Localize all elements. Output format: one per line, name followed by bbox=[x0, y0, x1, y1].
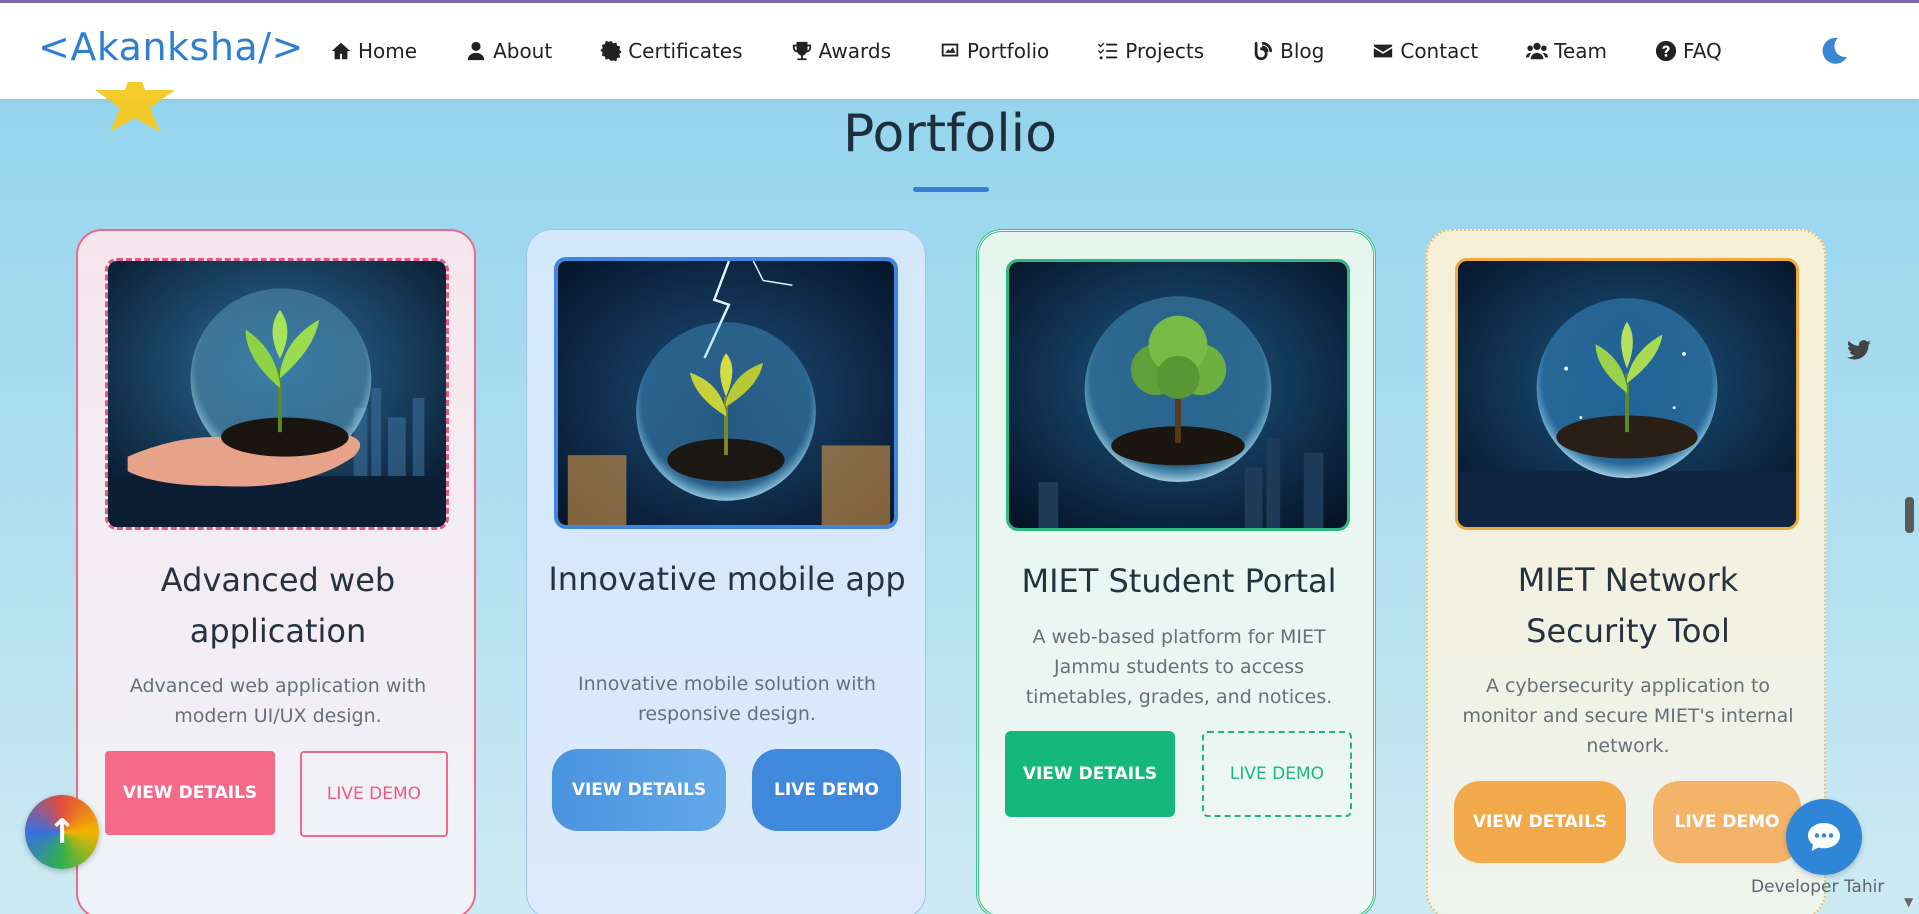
card-description: A web-based platform for MIET Jammu stud… bbox=[1025, 626, 1333, 708]
card-title: MIET Network Security Tool bbox=[1517, 561, 1739, 650]
card-image bbox=[554, 257, 898, 529]
title-underline bbox=[913, 187, 989, 192]
users-icon bbox=[1526, 42, 1549, 60]
view-details-button[interactable]: VIEW DETAILS bbox=[1005, 731, 1175, 817]
developer-credit: Developer Tahir bbox=[1751, 877, 1885, 897]
live-demo-button[interactable]: LIVE DEMO bbox=[300, 751, 448, 837]
nav-item-label: Team bbox=[1554, 39, 1608, 63]
portfolio-card-advanced-web-app: Advanced web application Advanced web ap… bbox=[76, 229, 476, 914]
plant-in-hand-image bbox=[108, 261, 446, 527]
certificate-icon bbox=[600, 40, 622, 62]
home-icon bbox=[331, 42, 351, 60]
nav-item-portfolio[interactable]: Portfolio bbox=[939, 39, 1049, 63]
nav-item-certificates[interactable]: Certificates bbox=[600, 39, 743, 63]
chat-icon bbox=[1808, 823, 1840, 851]
nav-item-label: Home bbox=[358, 39, 418, 63]
scrollbar-thumb[interactable] bbox=[1905, 497, 1914, 533]
card-description: A cybersecurity application to monitor a… bbox=[1462, 675, 1794, 757]
portfolio-card-miet-network-security-tool: MIET Network Security Tool A cybersecuri… bbox=[1426, 229, 1826, 914]
arrow-up-icon: ↑ bbox=[47, 812, 77, 852]
nav-item-label: Contact bbox=[1400, 39, 1479, 63]
nav-item-team[interactable]: Team bbox=[1526, 39, 1607, 63]
portfolio-card-innovative-mobile-app: Innovative mobile app Innovative mobile … bbox=[526, 229, 926, 914]
back-to-top-button[interactable]: ↑ bbox=[25, 795, 99, 869]
question-icon bbox=[1655, 40, 1677, 62]
portfolio-card-miet-student-portal: MIET Student Portal A web-based platform… bbox=[976, 229, 1376, 914]
moon-icon[interactable] bbox=[1818, 35, 1850, 67]
nav-item-awards[interactable]: Awards bbox=[791, 39, 891, 63]
tree-in-globe-image bbox=[1009, 262, 1347, 528]
twitter-icon[interactable] bbox=[1847, 340, 1871, 362]
scrollbar-down-arrow[interactable]: ▼ bbox=[1904, 895, 1913, 909]
user-icon bbox=[467, 41, 485, 61]
card-image bbox=[105, 258, 449, 530]
plant-in-glowing-globe-image bbox=[1458, 261, 1796, 527]
nav-item-label: Projects bbox=[1125, 39, 1205, 63]
live-demo-button[interactable]: LIVE DEMO bbox=[1202, 731, 1352, 817]
tasks-icon bbox=[1098, 42, 1118, 60]
nav-item-label: FAQ bbox=[1683, 39, 1722, 63]
nav-item-projects[interactable]: Projects bbox=[1097, 39, 1204, 63]
card-title: MIET Student Portal bbox=[1021, 562, 1337, 600]
trophy-icon bbox=[792, 41, 811, 61]
nav-item-label: Certificates bbox=[628, 39, 743, 63]
live-demo-button[interactable]: LIVE DEMO bbox=[752, 749, 901, 831]
card-description: Advanced web application with modern UI/… bbox=[129, 675, 427, 727]
nav-item-label: Blog bbox=[1280, 39, 1325, 63]
plant-in-globe-lightning-image bbox=[558, 261, 894, 525]
card-title: Innovative mobile app bbox=[548, 560, 906, 598]
live-demo-button[interactable]: LIVE DEMO bbox=[1653, 781, 1801, 863]
nav-item-label: About bbox=[493, 39, 553, 63]
view-details-button[interactable]: VIEW DETAILS bbox=[552, 749, 726, 831]
envelope-icon bbox=[1374, 44, 1393, 58]
card-title: Advanced web application bbox=[160, 561, 396, 650]
card-image bbox=[1455, 258, 1799, 530]
image-icon bbox=[941, 43, 959, 57]
nav-item-faq[interactable]: FAQ bbox=[1655, 39, 1722, 63]
view-details-button[interactable]: VIEW DETAILS bbox=[1454, 781, 1626, 863]
nav-links: Home About Certificates Awards Portfolio… bbox=[330, 3, 1770, 99]
nav-item-label: Awards bbox=[818, 39, 891, 63]
nav-item-blog[interactable]: Blog bbox=[1252, 39, 1324, 63]
card-image bbox=[1006, 259, 1350, 531]
view-details-button[interactable]: VIEW DETAILS bbox=[105, 751, 275, 835]
brand-logo[interactable]: <Akanksha/> bbox=[38, 25, 304, 69]
nav-item-about[interactable]: About bbox=[465, 39, 552, 63]
section-title: Portfolio bbox=[843, 104, 1057, 164]
chat-button[interactable] bbox=[1786, 799, 1862, 875]
nav-item-contact[interactable]: Contact bbox=[1372, 39, 1478, 63]
nav-item-home[interactable]: Home bbox=[330, 39, 417, 63]
nav-item-label: Portfolio bbox=[967, 39, 1050, 63]
blog-icon bbox=[1254, 41, 1273, 61]
card-description: Innovative mobile solution with responsi… bbox=[578, 673, 876, 725]
navbar: <Akanksha/> Home About Certificates Awar… bbox=[0, 3, 1919, 99]
